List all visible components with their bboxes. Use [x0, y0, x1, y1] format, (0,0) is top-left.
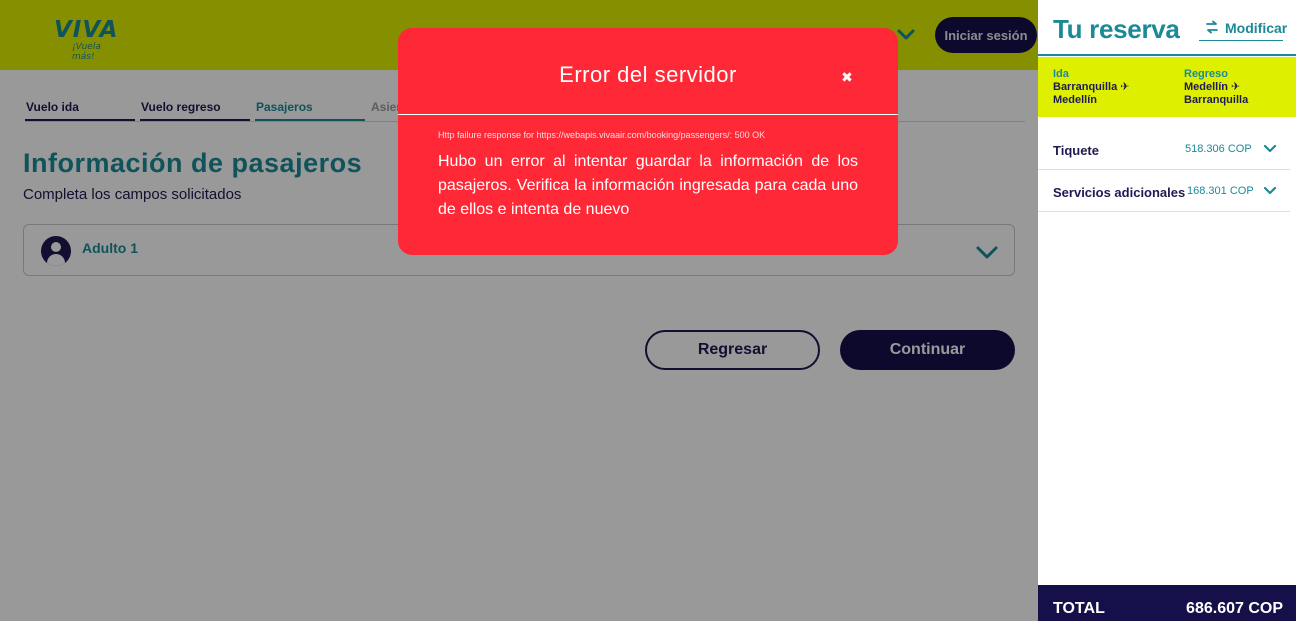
modal-divider	[398, 114, 898, 115]
chevron-down-icon[interactable]	[1263, 184, 1277, 198]
modal-title: Error del servidor	[559, 62, 737, 87]
reservation-panel: Tu reserva Modificar Ida Barranquilla ✈ …	[1038, 0, 1296, 621]
swap-icon	[1206, 20, 1218, 34]
ticket-row[interactable]: Tiquete 518.306 COP	[1038, 128, 1290, 170]
outbound-kicker: Ida	[1053, 68, 1069, 80]
ticket-label: Tiquete	[1053, 143, 1099, 158]
total-label: TOTAL	[1053, 600, 1105, 617]
error-detail: Http failure response for https://webapi…	[438, 130, 766, 140]
modify-label: Modificar	[1225, 20, 1288, 36]
chevron-down-icon[interactable]	[1263, 142, 1277, 156]
outbound-origin: Barranquilla ✈	[1053, 81, 1130, 93]
total-value: 686.607 COP	[1186, 600, 1283, 617]
return-route: Regreso Medellín ✈ Barranquilla	[1184, 67, 1296, 107]
return-destination: Barranquilla	[1184, 94, 1249, 106]
route-summary: Ida Barranquilla ✈ Medellín Regreso Mede…	[1038, 57, 1296, 117]
ticket-value: 518.306 COP	[1185, 143, 1252, 155]
services-label: Servicios adicionales	[1053, 185, 1186, 200]
error-modal: Error del servidor ✖ Http failure respon…	[398, 28, 898, 255]
error-message: Hubo un error al intentar guardar la inf…	[438, 153, 858, 218]
panel-header: Tu reserva Modificar	[1038, 0, 1296, 56]
services-row[interactable]: Servicios adicionales 168.301 COP	[1038, 170, 1290, 212]
panel-title: Tu reserva	[1053, 14, 1180, 44]
return-kicker: Regreso	[1184, 68, 1229, 80]
services-value: 168.301 COP	[1187, 185, 1254, 197]
outbound-destination: Medellín	[1053, 94, 1098, 106]
main-content: VIVA ¡Vuela más! Iniciar sesión Vuelo id…	[0, 0, 1038, 621]
close-icon[interactable]: ✖	[838, 68, 856, 86]
total-bar: TOTAL 686.607 COP	[1038, 585, 1296, 621]
outbound-route: Ida Barranquilla ✈ Medellín	[1053, 67, 1173, 107]
modify-button[interactable]: Modificar	[1199, 19, 1287, 41]
return-origin: Medellín ✈	[1184, 81, 1241, 93]
